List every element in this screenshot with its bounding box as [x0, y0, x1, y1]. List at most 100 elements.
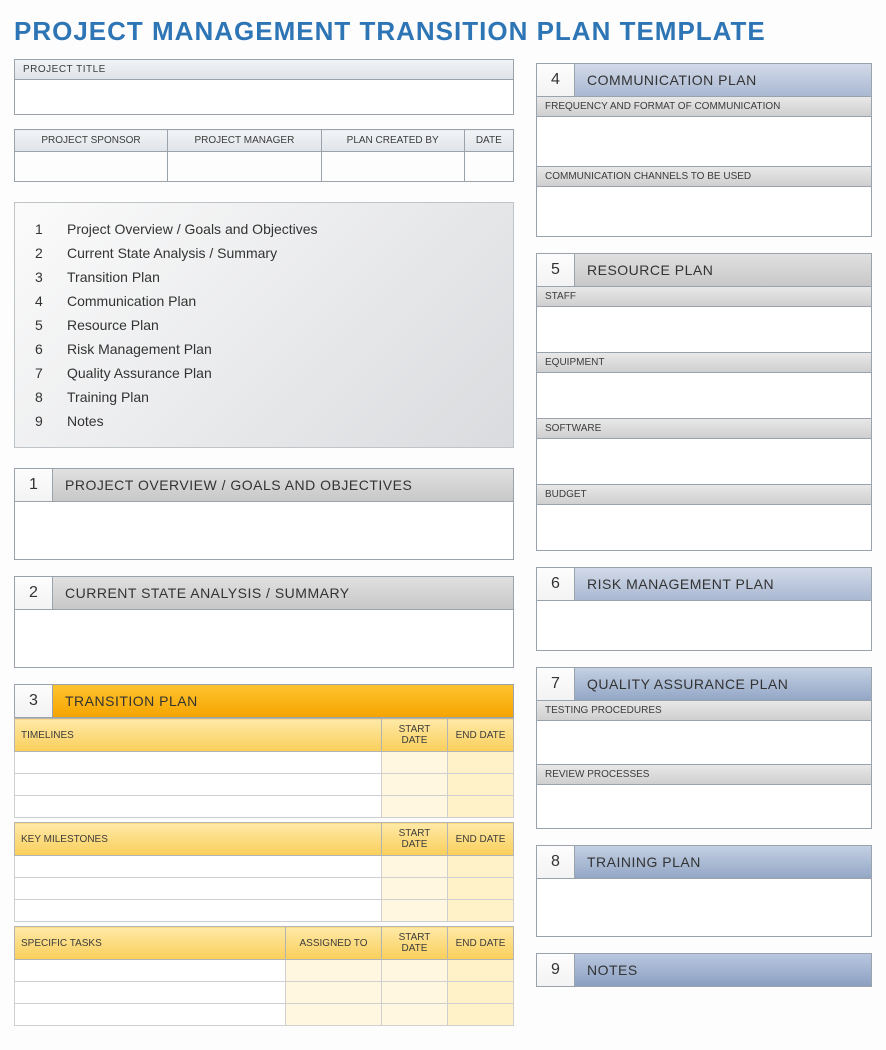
table-cell[interactable]: [382, 878, 448, 900]
section-6: 6 RISK MANAGEMENT PLAN: [536, 567, 872, 601]
table-row: [15, 752, 514, 774]
table-cell[interactable]: [15, 900, 382, 922]
table-cell[interactable]: [15, 856, 382, 878]
resource-staff-body[interactable]: [536, 307, 872, 353]
section-7: 7 QUALITY ASSURANCE PLAN: [536, 667, 872, 701]
resource-budget-body[interactable]: [536, 505, 872, 551]
val-sponsor[interactable]: [15, 152, 168, 182]
section-3: 3 TRANSITION PLAN: [14, 684, 514, 718]
toc-item-label: Project Overview / Goals and Objectives: [67, 221, 318, 237]
table-cell[interactable]: [448, 1004, 514, 1026]
section-1-num: 1: [15, 469, 53, 501]
resource-equipment-body[interactable]: [536, 373, 872, 419]
toc-item-num: 2: [35, 245, 49, 261]
table-cell[interactable]: [15, 752, 382, 774]
timelines-table-wrap: TIMELINES START DATE END DATE: [14, 718, 514, 818]
comm-channels-body[interactable]: [536, 187, 872, 237]
table-cell[interactable]: [15, 982, 286, 1004]
resource-staff-label: STAFF: [536, 287, 872, 307]
section-5-num: 5: [537, 254, 575, 286]
table-cell[interactable]: [15, 878, 382, 900]
toc-item: 5Resource Plan: [35, 313, 493, 337]
section-5-title: RESOURCE PLAN: [575, 254, 871, 286]
table-row: [15, 856, 514, 878]
table-cell[interactable]: [286, 982, 382, 1004]
section-9-title: NOTES: [575, 954, 871, 986]
section-9: 9 NOTES: [536, 953, 872, 987]
table-cell[interactable]: [382, 960, 448, 982]
milestones-start: START DATE: [382, 823, 448, 856]
table-cell[interactable]: [448, 774, 514, 796]
table-cell[interactable]: [448, 878, 514, 900]
toc-item-num: 8: [35, 389, 49, 405]
table-cell[interactable]: [448, 752, 514, 774]
toc-item-label: Quality Assurance Plan: [67, 365, 212, 381]
val-manager[interactable]: [168, 152, 322, 182]
table-row: [15, 1004, 514, 1026]
table-cell[interactable]: [382, 796, 448, 818]
col-manager: PROJECT MANAGER: [168, 130, 322, 152]
table-cell[interactable]: [15, 774, 382, 796]
section-3-title: TRANSITION PLAN: [53, 685, 513, 717]
toc-item-num: 7: [35, 365, 49, 381]
resource-software-body[interactable]: [536, 439, 872, 485]
milestones-table: KEY MILESTONES START DATE END DATE: [14, 822, 514, 922]
table-cell[interactable]: [382, 752, 448, 774]
table-row: [15, 960, 514, 982]
val-created[interactable]: [321, 152, 464, 182]
table-cell[interactable]: [382, 982, 448, 1004]
table-cell[interactable]: [382, 774, 448, 796]
col-sponsor: PROJECT SPONSOR: [15, 130, 168, 152]
table-cell[interactable]: [15, 796, 382, 818]
section-8-body[interactable]: [536, 879, 872, 937]
toc-item-num: 4: [35, 293, 49, 309]
table-cell[interactable]: [448, 982, 514, 1004]
table-cell[interactable]: [382, 900, 448, 922]
section-3-num: 3: [15, 685, 53, 717]
table-cell[interactable]: [448, 960, 514, 982]
comm-freq-body[interactable]: [536, 117, 872, 167]
table-cell[interactable]: [382, 856, 448, 878]
table-cell[interactable]: [448, 856, 514, 878]
section-8: 8 TRAINING PLAN: [536, 845, 872, 879]
comm-channels-label: COMMUNICATION CHANNELS TO BE USED: [536, 167, 872, 187]
table-row: [15, 982, 514, 1004]
table-of-contents: 1 Project Overview / Goals and Objectives…: [14, 202, 514, 448]
timelines-header: TIMELINES: [15, 719, 382, 752]
section-4-title: COMMUNICATION PLAN: [575, 64, 871, 96]
table-row: [15, 796, 514, 818]
table-row: [15, 878, 514, 900]
toc-item-label: Training Plan: [67, 389, 149, 405]
section-5: 5 RESOURCE PLAN: [536, 253, 872, 287]
section-2-title: CURRENT STATE ANALYSIS / SUMMARY: [53, 577, 513, 609]
col-created: PLAN CREATED BY: [321, 130, 464, 152]
toc-item-label: Communication Plan: [67, 293, 196, 309]
timelines-table: TIMELINES START DATE END DATE: [14, 718, 514, 818]
toc-item-num: 1: [35, 221, 49, 237]
table-cell[interactable]: [448, 900, 514, 922]
table-cell[interactable]: [448, 796, 514, 818]
section-2-body[interactable]: [14, 610, 514, 668]
table-cell[interactable]: [286, 960, 382, 982]
toc-item-label: Risk Management Plan: [67, 341, 212, 357]
table-cell[interactable]: [15, 960, 286, 982]
table-cell[interactable]: [382, 1004, 448, 1026]
toc-item-num: 6: [35, 341, 49, 357]
val-date[interactable]: [464, 152, 513, 182]
table-cell[interactable]: [286, 1004, 382, 1026]
qa-review-label: REVIEW PROCESSES: [536, 765, 872, 785]
qa-review-body[interactable]: [536, 785, 872, 829]
table-cell[interactable]: [15, 1004, 286, 1026]
qa-testing-label: TESTING PROCEDURES: [536, 701, 872, 721]
project-title-input[interactable]: [15, 80, 513, 114]
section-1-body[interactable]: [14, 502, 514, 560]
timelines-start: START DATE: [382, 719, 448, 752]
tasks-assigned: ASSIGNED TO: [286, 927, 382, 960]
section-4: 4 COMMUNICATION PLAN: [536, 63, 872, 97]
comm-freq-label: FREQUENCY AND FORMAT OF COMMUNICATION: [536, 97, 872, 117]
milestones-table-wrap: KEY MILESTONES START DATE END DATE: [14, 822, 514, 922]
section-6-body[interactable]: [536, 601, 872, 651]
project-title-label: PROJECT TITLE: [15, 60, 513, 80]
qa-testing-body[interactable]: [536, 721, 872, 765]
tasks-start: START DATE: [382, 927, 448, 960]
